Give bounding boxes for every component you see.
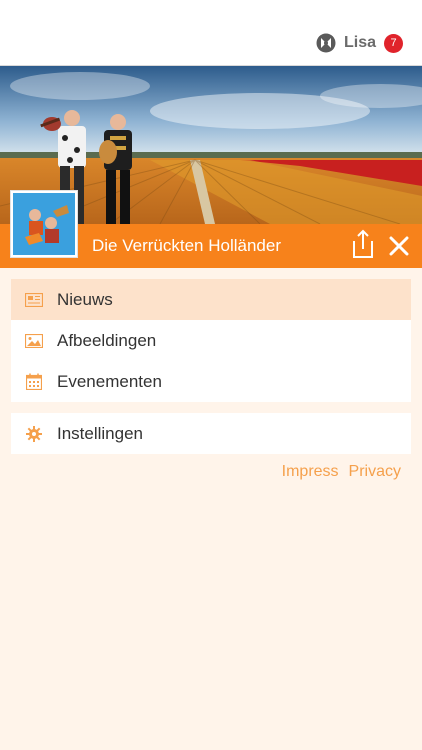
menu-label: Afbeeldingen — [57, 330, 157, 350]
group-avatar — [10, 190, 78, 258]
notification-badge: 7 — [384, 33, 403, 53]
menu-item-afbeeldingen[interactable]: Afbeeldingen — [11, 320, 411, 361]
share-icon[interactable] — [350, 229, 376, 259]
gear-icon — [25, 425, 43, 443]
menu-label: Instellingen — [57, 423, 144, 443]
menu-label: Nieuws — [57, 289, 113, 309]
app-logo-icon — [316, 33, 336, 53]
impress-link[interactable]: Impress — [282, 463, 339, 481]
user-menu[interactable]: Lisa 7 — [316, 33, 403, 53]
privacy-link[interactable]: Privacy — [349, 463, 401, 481]
navigation-menu: Nieuws Afbeeldingen Evenementen — [11, 279, 411, 402]
calendar-icon — [25, 373, 43, 391]
menu-item-instellingen[interactable]: Instellingen — [11, 413, 411, 454]
footer-links: Impress Privacy — [282, 463, 401, 481]
menu-item-evenementen[interactable]: Evenementen — [11, 361, 411, 402]
close-icon[interactable] — [386, 233, 412, 259]
newspaper-icon — [25, 291, 43, 309]
user-name: Lisa — [343, 34, 376, 51]
top-bar: Lisa 7 — [0, 0, 422, 66]
menu-item-nieuws[interactable]: Nieuws — [11, 279, 411, 320]
image-icon — [25, 332, 43, 350]
menu-label: Evenementen — [57, 371, 162, 391]
group-title: Die Verrückten Holländer — [92, 236, 281, 255]
